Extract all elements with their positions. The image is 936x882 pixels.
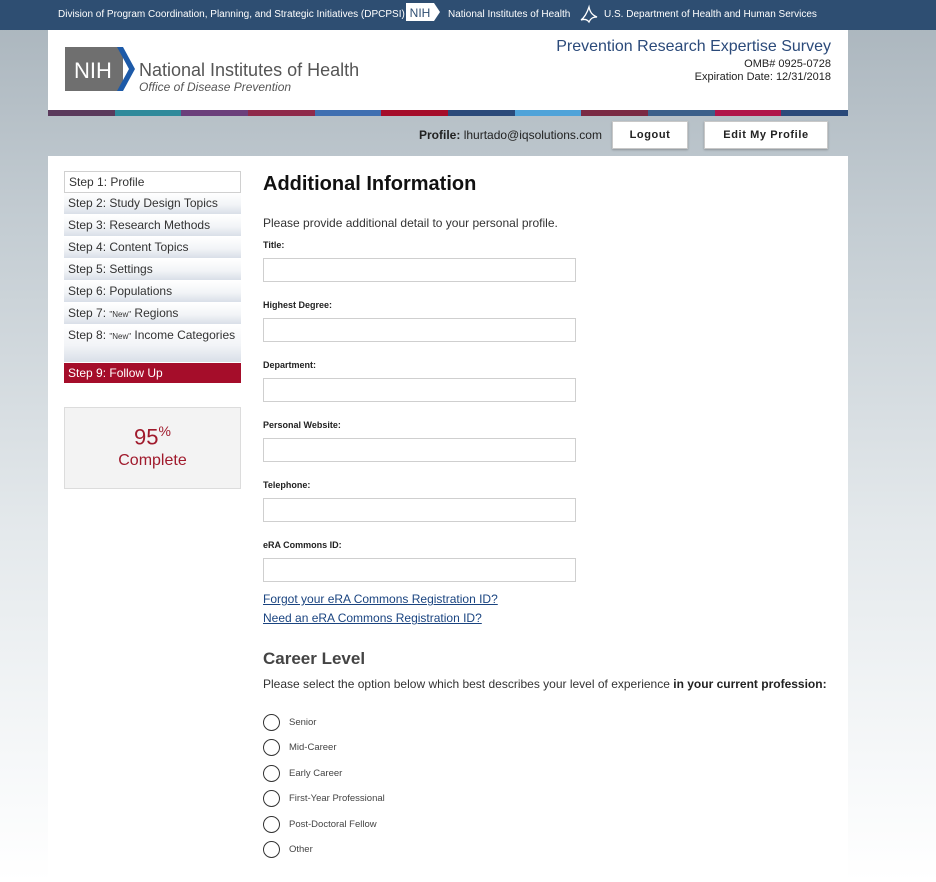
progress-percent: 95%	[134, 423, 171, 450]
org-name: National Institutes of Health	[139, 60, 360, 80]
color-stripe	[48, 110, 848, 116]
profile-label: Profile:	[419, 128, 461, 142]
radio-label: Early Career	[289, 767, 343, 779]
step-label: Regions	[131, 306, 179, 320]
step-8-income-categories[interactable]: Step 8: "New" Income Categories	[64, 325, 241, 363]
nih-badge-icon: NIH	[406, 3, 440, 21]
radio-label: Post-Doctoral Fellow	[289, 818, 377, 830]
radio-button[interactable]	[263, 815, 280, 833]
radio-button[interactable]	[263, 764, 280, 782]
color-stripe-segment	[714, 110, 782, 116]
expiration-date: Expiration Date: 12/31/2018	[694, 71, 831, 83]
step-5-settings[interactable]: Step 5: Settings	[64, 259, 241, 281]
step-7-regions[interactable]: Step 7: "New" Regions	[64, 303, 241, 325]
radio-label: Mid-Career	[289, 741, 337, 753]
radio-button[interactable]	[263, 713, 280, 731]
career-option-senior[interactable]: Senior	[263, 712, 316, 732]
new-badge: "New"	[109, 310, 132, 319]
radio-button[interactable]	[263, 840, 280, 858]
color-stripe-segment	[447, 110, 515, 116]
radio-button[interactable]	[263, 738, 280, 756]
step-1-profile[interactable]: Step 1: Profile	[64, 171, 241, 193]
radio-label: Other	[289, 843, 313, 855]
page-title: Additional Information	[263, 173, 477, 195]
hhs-eagle-icon	[580, 4, 598, 24]
forgot-era-id-link[interactable]: Forgot your eRA Commons Registration ID?	[263, 592, 498, 606]
highest-degree-label: Highest Degree:	[263, 300, 333, 310]
edit-profile-button[interactable]: Edit My Profile	[704, 121, 828, 149]
need-era-id-link[interactable]: Need an eRA Commons Registration ID?	[263, 611, 482, 625]
color-stripe-segment	[647, 110, 715, 116]
department-input[interactable]	[263, 378, 576, 402]
progress-box: 95% Complete	[64, 407, 241, 489]
color-stripe-segment	[581, 110, 648, 116]
color-stripe-segment	[314, 110, 382, 116]
radio-label: Senior	[289, 716, 317, 728]
career-option-early-career[interactable]: Early Career	[263, 763, 342, 783]
survey-title: Prevention Research Expertise Survey	[556, 38, 831, 55]
step-navigation: Step 1: Profile Step 2: Study Design Top…	[64, 171, 241, 384]
telephone-input[interactable]	[263, 498, 576, 522]
step-4-content-topics[interactable]: Step 4: Content Topics	[64, 237, 241, 259]
title-label: Title:	[263, 240, 285, 250]
logout-button[interactable]: Logout	[612, 121, 688, 149]
career-option-other[interactable]: Other	[263, 839, 313, 859]
color-stripe-segment	[381, 110, 448, 116]
personal-website-input[interactable]	[263, 438, 576, 462]
step-prefix: Step 8:	[68, 328, 110, 342]
career-level-heading: Career Level	[263, 649, 366, 668]
intro-text: Please provide additional detail to your…	[263, 216, 558, 230]
career-option-mid-career[interactable]: Mid-Career	[263, 737, 337, 757]
step-2-study-design[interactable]: Step 2: Study Design Topics	[64, 193, 241, 215]
highest-degree-input[interactable]	[263, 318, 576, 342]
radio-button[interactable]	[263, 789, 280, 807]
hhs-link[interactable]: U.S. Department of Health and Human Serv…	[604, 9, 817, 20]
radio-label: First-Year Professional	[289, 792, 385, 804]
top-utility-bar: Division of Program Coordination, Planni…	[0, 0, 936, 30]
era-commons-id-input[interactable]	[263, 558, 576, 582]
career-option-post-doc[interactable]: Post-Doctoral Fellow	[263, 814, 377, 834]
personal-website-label: Personal Website:	[263, 420, 341, 430]
color-stripe-segment	[48, 110, 115, 116]
color-stripe-segment	[247, 110, 315, 116]
color-stripe-segment	[781, 110, 848, 116]
title-input[interactable]	[263, 258, 576, 282]
step-label: Income Categories	[131, 328, 236, 342]
new-badge: "New"	[109, 332, 132, 341]
omb-number: OMB# 0925-0728	[744, 58, 831, 70]
step-prefix: Step 7:	[68, 306, 110, 320]
step-9-follow-up[interactable]: Step 9: Follow Up	[64, 363, 241, 384]
step-3-research-methods[interactable]: Step 3: Research Methods	[64, 215, 241, 237]
org-subtitle: Office of Disease Prevention	[139, 80, 292, 94]
color-stripe-segment	[181, 110, 248, 116]
nih-logo-icon[interactable]: NIH	[65, 47, 135, 91]
career-option-first-year[interactable]: First-Year Professional	[263, 788, 385, 808]
era-commons-id-label: eRA Commons ID:	[263, 540, 342, 550]
career-level-description: Please select the option below which bes…	[263, 677, 827, 691]
profile-info: Profile: lhurtado@iqsolutions.com	[419, 128, 602, 142]
svg-text:NIH: NIH	[74, 58, 112, 83]
dpcpsi-link[interactable]: Division of Program Coordination, Planni…	[58, 9, 405, 20]
nih-link[interactable]: National Institutes of Health	[448, 9, 570, 20]
profile-email: lhurtado@iqsolutions.com	[463, 128, 602, 142]
main-content: Step 1: Profile Step 2: Study Design Top…	[48, 156, 848, 882]
step-6-populations[interactable]: Step 6: Populations	[64, 281, 241, 303]
color-stripe-segment	[514, 110, 582, 116]
color-stripe-segment	[114, 110, 182, 116]
svg-text:NIH: NIH	[410, 6, 431, 20]
department-label: Department:	[263, 360, 317, 370]
telephone-label: Telephone:	[263, 480, 311, 490]
progress-label: Complete	[118, 452, 187, 470]
site-header: NIH National Institutes of Health Office…	[48, 30, 848, 110]
